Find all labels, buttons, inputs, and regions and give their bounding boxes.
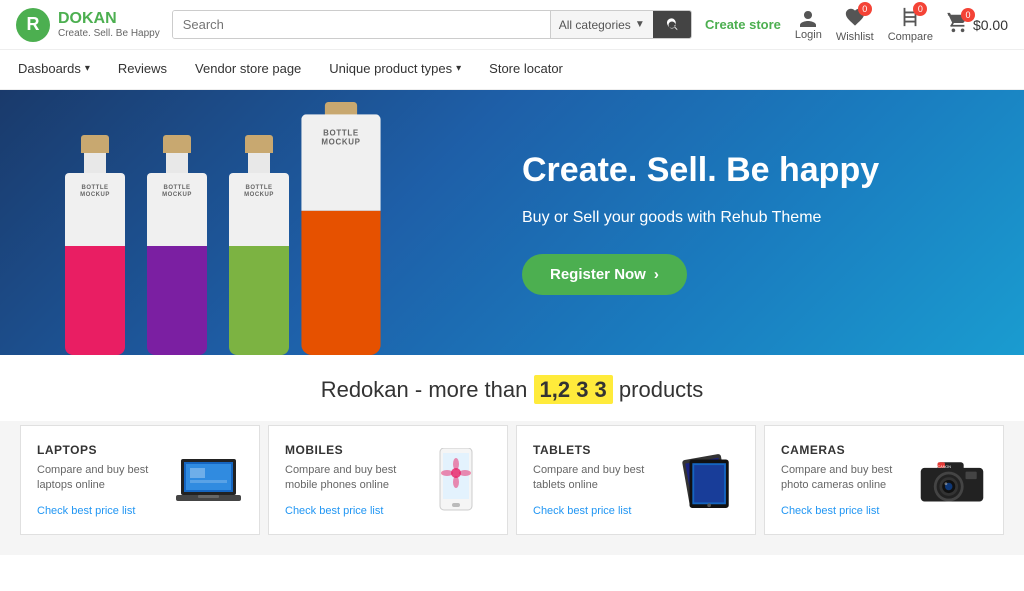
laptops-link[interactable]: Check best price list (37, 505, 135, 517)
tablet-image (669, 450, 739, 510)
site-header: R DOKAN Create. Sell. Be Happy All categ… (0, 0, 1024, 50)
products-count-prefix: Redokan - more than (321, 377, 528, 402)
cart-price: $0.00 (973, 17, 1008, 33)
category-chevron-icon: ▼ (635, 19, 645, 30)
hero-banner: BOTTLEMOCKUP BOTTLEMOCKUP BOTTLEMOCKUP (0, 90, 1024, 355)
category-card-tablets: TABLETS Compare and buy best tablets onl… (516, 425, 756, 535)
tablets-link[interactable]: Check best price list (533, 505, 631, 517)
mobiles-title: MOBILES (285, 443, 421, 457)
wishlist-badge: 0 (858, 2, 872, 16)
login-button[interactable]: Login (795, 9, 822, 41)
logo-circle: R (16, 8, 50, 42)
category-card-laptops: LAPTOPS Compare and buy best laptops onl… (20, 425, 260, 535)
tablets-title: TABLETS (533, 443, 669, 457)
mobile-icon (436, 448, 476, 513)
user-icon (798, 9, 818, 29)
cameras-link[interactable]: Check best price list (781, 505, 879, 517)
search-input[interactable] (173, 11, 550, 38)
wishlist-button[interactable]: 0 Wishlist (836, 6, 874, 43)
bottle-orange: BOTTLEMOCKUP (301, 102, 382, 355)
login-label: Login (795, 29, 822, 41)
register-now-button[interactable]: Register Now › (522, 254, 687, 295)
category-cards: LAPTOPS Compare and buy best laptops onl… (0, 421, 1024, 555)
mobile-image (421, 450, 491, 510)
logo[interactable]: R DOKAN Create. Sell. Be Happy (16, 8, 160, 42)
svg-text:CANON: CANON (938, 465, 952, 469)
bottle-purple: BOTTLEMOCKUP (142, 135, 212, 355)
camera-image: CANON (917, 450, 987, 510)
compare-button[interactable]: 0 Compare (888, 6, 933, 43)
nav-item-store-locator[interactable]: Store locator (487, 50, 565, 89)
bottle-pink: BOTTLEMOCKUP (60, 135, 130, 355)
mobiles-link[interactable]: Check best price list (285, 505, 383, 517)
arrow-right-icon: › (654, 266, 659, 283)
hero-title: Create. Sell. Be happy (522, 150, 964, 191)
cameras-title: CAMERAS (781, 443, 917, 457)
unique-products-chevron-icon: ▾ (456, 63, 461, 74)
products-count-number: 1,2 3 3 (534, 375, 613, 404)
camera-icon: CANON (917, 451, 987, 509)
bottle-green: BOTTLEMOCKUP (224, 135, 294, 355)
laptops-title: LAPTOPS (37, 443, 173, 457)
products-count-suffix: products (619, 377, 703, 402)
create-store-link[interactable]: Create store (705, 17, 781, 32)
navigation: Dasboards ▾ Reviews Vendor store page Un… (0, 50, 1024, 90)
products-count-section: Redokan - more than 1,2 3 3 products (0, 355, 1024, 421)
nav-item-vendor-store[interactable]: Vendor store page (193, 50, 303, 89)
category-dropdown[interactable]: All categories ▼ (550, 11, 653, 38)
logo-brand: DOKAN (58, 10, 160, 28)
laptop-image (173, 450, 243, 510)
nav-item-unique-products[interactable]: Unique product types ▾ (327, 50, 463, 89)
hero-subtitle: Buy or Sell your goods with Rehub Theme (522, 206, 964, 230)
tablets-desc: Compare and buy best tablets online (533, 463, 669, 494)
nav-item-reviews[interactable]: Reviews (116, 50, 169, 89)
compare-label: Compare (888, 31, 933, 43)
cart-badge: 0 (961, 8, 975, 22)
hero-bottles: BOTTLEMOCKUP BOTTLEMOCKUP BOTTLEMOCKUP (0, 90, 502, 355)
laptops-desc: Compare and buy best laptops online (37, 463, 173, 494)
wishlist-label: Wishlist (836, 31, 874, 43)
compare-badge: 0 (913, 2, 927, 16)
cameras-desc: Compare and buy best photo cameras onlin… (781, 463, 917, 494)
category-card-mobiles: MOBILES Compare and buy best mobile phon… (268, 425, 508, 535)
nav-item-dashboards[interactable]: Dasboards ▾ (16, 50, 92, 89)
dashboards-chevron-icon: ▾ (85, 63, 90, 74)
hero-text: Create. Sell. Be happy Buy or Sell your … (502, 120, 1024, 326)
header-actions: Create store Login 0 Wishlist 0 Compare … (705, 6, 1008, 43)
search-icon (665, 18, 679, 32)
logo-tagline: Create. Sell. Be Happy (58, 28, 160, 39)
search-bar: All categories ▼ (172, 10, 692, 39)
category-card-cameras: CAMERAS Compare and buy best photo camer… (764, 425, 1004, 535)
mobiles-desc: Compare and buy best mobile phones onlin… (285, 463, 421, 494)
cart-button[interactable]: 0 $0.00 (947, 12, 1008, 37)
tablet-icon (669, 450, 739, 510)
search-button[interactable] (653, 11, 691, 38)
laptop-icon (176, 455, 241, 505)
